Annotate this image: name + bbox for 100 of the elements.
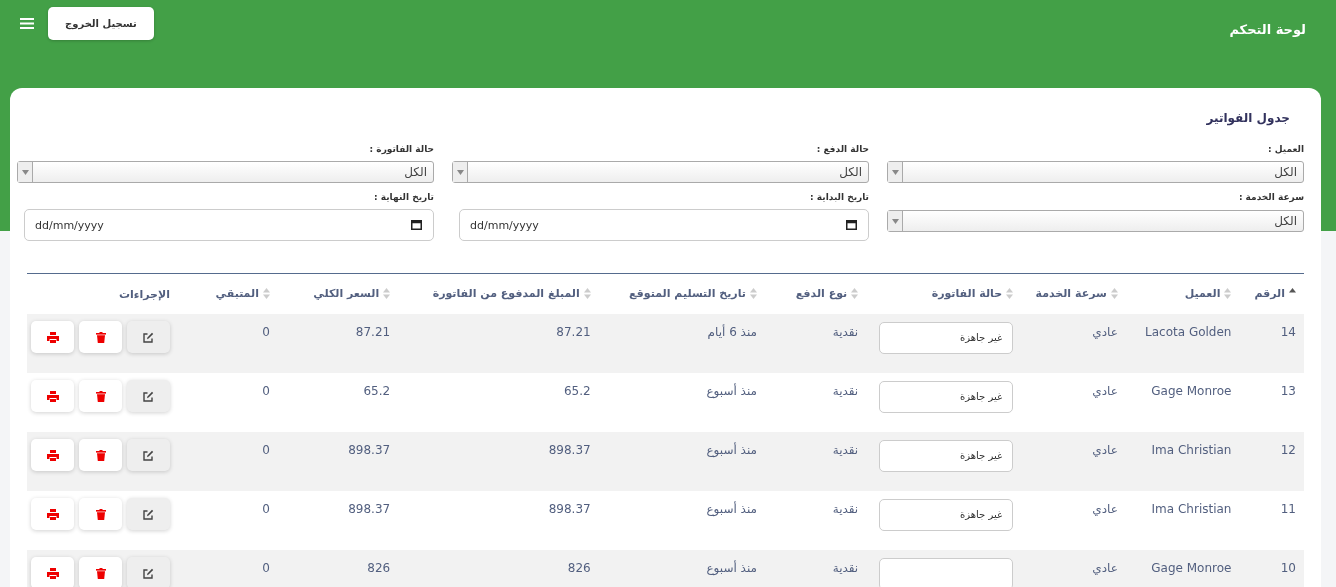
print-button[interactable]: [31, 439, 74, 471]
edit-icon: [143, 567, 154, 579]
filter-label: حالة الفاتورة :: [369, 144, 434, 154]
print-button[interactable]: [31, 321, 74, 353]
table-cell-text: Ima Christian: [1151, 442, 1232, 457]
caret-icon: [21, 169, 29, 175]
status-field[interactable]: غير جاهزة: [879, 322, 1014, 354]
column-header[interactable]: سرعة الخدمة: [1035, 286, 1107, 300]
select-field[interactable]: الكل: [887, 210, 1304, 232]
table-cell-text: 13: [1280, 383, 1296, 398]
table-cell-text: 0: [262, 324, 270, 339]
calendar-icon[interactable]: [411, 219, 422, 230]
printer-icon: [46, 449, 59, 461]
column-header[interactable]: السعر الكلي: [313, 286, 380, 300]
table-cell-text: 10: [1280, 560, 1296, 575]
table-cell-text: 87.21: [556, 324, 591, 339]
column-header[interactable]: تاريخ التسليم المتوقع: [629, 286, 746, 300]
print-button[interactable]: [31, 498, 74, 530]
filter-label: تاريخ البداية :: [810, 192, 869, 202]
date-field[interactable]: dd/mm/yyyy: [459, 209, 869, 241]
status-field[interactable]: غير جاهزة: [879, 499, 1014, 531]
table-cell-text: 898.37: [348, 501, 391, 516]
delete-button[interactable]: [79, 557, 122, 587]
edit-icon: [143, 508, 154, 520]
edit-button[interactable]: [127, 380, 170, 412]
table-cell-text: 0: [262, 383, 270, 398]
column-header[interactable]: نوع الدفع: [795, 286, 848, 300]
printer-icon: [46, 508, 59, 520]
edit-button[interactable]: [127, 439, 170, 471]
filter-label: العميل :: [1267, 144, 1304, 154]
edit-button[interactable]: [127, 557, 170, 587]
table-cell-text: Lacota Golden: [1145, 324, 1232, 339]
trash-icon: [95, 390, 106, 402]
print-button[interactable]: [31, 557, 74, 587]
edit-icon: [143, 331, 154, 343]
table-cell-text: نقدية: [832, 560, 859, 575]
table-cell-text: 11: [1280, 501, 1296, 516]
table-cell-text: 898.37: [348, 442, 391, 457]
printer-icon: [46, 390, 59, 402]
table-cell-text: عادي: [1092, 324, 1118, 339]
date-field[interactable]: dd/mm/yyyy: [24, 209, 434, 241]
trash-icon: [95, 449, 106, 461]
column-header[interactable]: المتبقي: [215, 286, 259, 300]
print-button[interactable]: [31, 380, 74, 412]
edit-button[interactable]: [127, 321, 170, 353]
printer-icon: [46, 567, 59, 579]
delete-button[interactable]: [79, 321, 122, 353]
logout-button[interactable]: تسجيل الخروج: [48, 7, 154, 40]
menu-icon[interactable]: [20, 18, 34, 29]
select-field[interactable]: الكل: [452, 161, 869, 183]
table-cell: منذ أسبوع: [706, 559, 757, 575]
column-header: الإجراءات: [119, 287, 170, 301]
trash-icon: [95, 567, 106, 579]
dashboard-title: لوحة التحكم: [1229, 22, 1306, 37]
status-field[interactable]: [879, 558, 1014, 587]
table-cell-text: عادي: [1092, 501, 1118, 516]
trash-icon: [95, 508, 106, 520]
column-header[interactable]: حالة الفاتورة: [931, 286, 1003, 300]
table-cell-text: 65.2: [563, 383, 591, 398]
trash-icon: [95, 331, 106, 343]
filter-label: تاريخ النهاية :: [374, 192, 434, 202]
table-cell-text: 898.37: [548, 501, 591, 516]
table-cell-text: عادي: [1092, 383, 1118, 398]
select-field[interactable]: الكل: [17, 161, 434, 183]
table-cell: منذ 6 أيام: [707, 323, 757, 339]
caret-icon: [891, 218, 899, 224]
table-cell-text: 826: [367, 560, 391, 575]
delete-button[interactable]: [79, 439, 122, 471]
table-cell-text: عادي: [1092, 442, 1118, 457]
edit-icon: [143, 449, 154, 461]
status-field[interactable]: غير جاهزة: [879, 381, 1014, 413]
table-cell-text: 898.37: [548, 442, 591, 457]
column-header[interactable]: الرقم: [1254, 286, 1285, 300]
filter-label: سرعة الخدمة :: [1238, 192, 1304, 202]
table-cell-text: Gage Monroe: [1151, 560, 1232, 575]
column-header[interactable]: العميل: [1184, 286, 1221, 300]
table-cell: منذ أسبوع: [706, 441, 757, 457]
table-cell-text: 0: [262, 442, 270, 457]
caret-icon: [456, 169, 464, 175]
table-cell-text: نقدية: [832, 324, 859, 339]
table-cell-text: 826: [567, 560, 591, 575]
table-cell-text: 14: [1280, 324, 1296, 339]
edit-icon: [143, 390, 154, 402]
calendar-icon[interactable]: [846, 219, 857, 230]
table-cell-text: 12: [1280, 442, 1296, 457]
table-cell: منذ أسبوع: [706, 500, 757, 516]
table-cell-text: 0: [262, 560, 270, 575]
column-header[interactable]: المبلغ المدفوع من الفاتورة: [432, 286, 580, 300]
table-cell-text: نقدية: [832, 501, 859, 516]
delete-button[interactable]: [79, 380, 122, 412]
table-cell-text: 0: [262, 501, 270, 516]
edit-button[interactable]: [127, 498, 170, 530]
status-field[interactable]: غير جاهزة: [879, 440, 1014, 472]
caret-icon: [891, 169, 899, 175]
table-cell: منذ أسبوع: [706, 382, 757, 398]
table-cell-text: عادي: [1092, 560, 1118, 575]
select-field[interactable]: الكل: [887, 161, 1304, 183]
delete-button[interactable]: [79, 498, 122, 530]
card-title: جدول الفواتير: [1205, 110, 1290, 128]
table-cell-text: 65.2: [363, 383, 391, 398]
